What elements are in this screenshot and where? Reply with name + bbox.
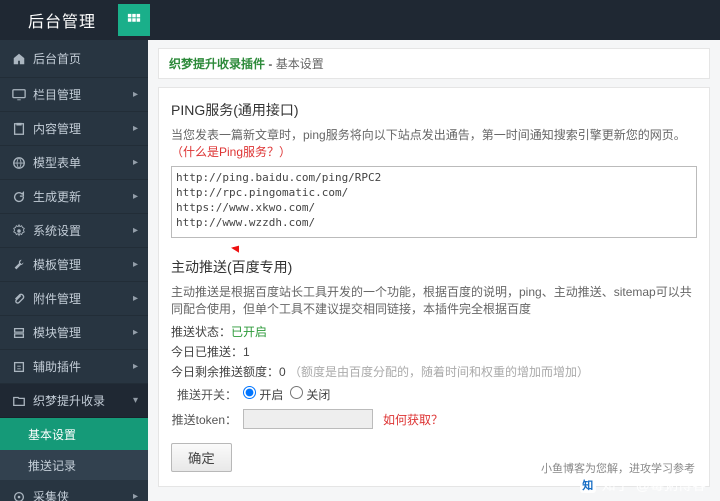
chevron-right-icon: ▸ [133, 293, 138, 304]
push-status-value: 已开启 [231, 325, 267, 339]
push-remain-row: 今日剩余推送额度：0 （额度是由百度分配的，随着时间和权重的增加而增加） [171, 363, 697, 380]
chevron-right-icon: ▸ [133, 157, 138, 168]
chevron-down-icon: ▾ [133, 395, 138, 406]
chevron-right-icon: ▸ [133, 191, 138, 202]
sidebar-item-attachment[interactable]: 附件管理▸ [0, 282, 148, 316]
sidebar-item-module[interactable]: 模块管理▸ [0, 316, 148, 350]
sidebar-sub-label: 基本设置 [28, 426, 138, 443]
sidebar-sub-log[interactable]: 推送记录 [0, 450, 148, 480]
push-remain-value: 0 [279, 365, 286, 379]
chevron-right-icon: ▸ [133, 327, 138, 338]
globe-icon [12, 156, 26, 170]
sidebar-item-template[interactable]: 模板管理▸ [0, 248, 148, 282]
app-title: 后台管理 [0, 8, 114, 32]
breadcrumb-plugin: 织梦提升收录插件 [169, 57, 265, 71]
submit-button[interactable]: 确定 [171, 443, 232, 472]
sidebar-item-generate[interactable]: 生成更新▸ [0, 180, 148, 214]
push-remain-note: （额度是由百度分配的，随着时间和权重的增加而增加） [289, 365, 589, 379]
push-token-row: 推送token： 如何获取？ [171, 409, 697, 429]
plugin-icon [12, 360, 26, 374]
sidebar-label: 系统设置 [33, 222, 133, 239]
sidebar-label: 内容管理 [33, 120, 133, 137]
ping-description: 当您发表一篇新文章时，ping服务将向以下站点发出通告，第一时间通知搜索引擎更新… [171, 126, 697, 160]
wrench-icon [12, 258, 26, 272]
chevron-right-icon: ▸ [133, 89, 138, 100]
refresh-icon [12, 190, 26, 204]
push-today-row: 今日已推送：1 [171, 343, 697, 360]
sidebar: 后台首页 栏目管理▸ 内容管理▸ 模型表单▸ 生成更新▸ 系统设置▸ 模板管理▸… [0, 40, 148, 501]
chevron-right-icon: ▸ [133, 491, 138, 501]
ping-urls-textarea[interactable] [171, 166, 697, 238]
push-token-input[interactable] [243, 409, 373, 429]
push-section-title: 主动推送(百度专用) [171, 257, 697, 277]
gather-icon [12, 490, 26, 501]
watermark: 知 知乎 @毒粥博客 [580, 475, 706, 495]
grid-icon [127, 13, 141, 27]
switch-off-radio[interactable]: 关闭 [290, 386, 330, 403]
ping-help-link[interactable]: （什么是Ping服务？） [171, 145, 291, 159]
ping-section-title: PING服务(通用接口) [171, 100, 697, 120]
gear-icon [12, 224, 26, 238]
sidebar-item-system[interactable]: 系统设置▸ [0, 214, 148, 248]
sidebar-submenu: 基本设置 [0, 418, 148, 450]
main-content: 织梦提升收录插件 - 基本设置 PING服务(通用接口) 当您发表一篇新文章时，… [148, 40, 720, 501]
chevron-right-icon: ▸ [133, 361, 138, 372]
sidebar-item-seo-plugin[interactable]: 织梦提升收录▾ [0, 384, 148, 418]
sidebar-item-home[interactable]: 后台首页 [0, 40, 148, 78]
home-icon [12, 52, 26, 66]
push-switch-row: 推送开关： 开启 关闭 [171, 386, 697, 403]
sidebar-item-plugin[interactable]: 辅助插件▸ [0, 350, 148, 384]
sidebar-label: 附件管理 [33, 290, 133, 307]
sidebar-label: 织梦提升收录 [33, 392, 133, 409]
breadcrumb-current: 基本设置 [276, 57, 324, 71]
sidebar-item-content[interactable]: 内容管理▸ [0, 112, 148, 146]
sidebar-label: 模型表单 [33, 154, 133, 171]
layers-icon [12, 326, 26, 340]
push-status-row: 推送状态：已开启 [171, 323, 697, 340]
sidebar-label: 辅助插件 [33, 358, 133, 375]
chevron-right-icon: ▸ [133, 225, 138, 236]
header-bar: 后台管理 [0, 0, 720, 40]
sidebar-label: 后台首页 [33, 50, 138, 67]
sidebar-label: 采集侠 [33, 488, 133, 501]
sidebar-item-model[interactable]: 模型表单▸ [0, 146, 148, 180]
clipboard-icon [12, 122, 26, 136]
settings-panel: PING服务(通用接口) 当您发表一篇新文章时，ping服务将向以下站点发出通告… [158, 87, 710, 487]
sidebar-label: 栏目管理 [33, 86, 133, 103]
sidebar-item-column[interactable]: 栏目管理▸ [0, 78, 148, 112]
push-description: 主动推送是根据百度站长工具开发的一个功能，根据百度的说明，ping、主动推送、s… [171, 283, 697, 317]
sidebar-label: 模板管理 [33, 256, 133, 273]
chevron-right-icon: ▸ [133, 259, 138, 270]
monitor-icon [12, 88, 26, 102]
token-help-link[interactable]: 如何获取？ [383, 411, 443, 428]
sidebar-label: 模块管理 [33, 324, 133, 341]
zhihu-icon: 知 [580, 477, 596, 493]
sidebar-sub-basic[interactable]: 基本设置 [0, 418, 148, 450]
sidebar-submenu2: 推送记录 [0, 450, 148, 480]
panel-footer-note: 小鱼博客为您解，进攻学习参考 [541, 460, 695, 476]
chevron-right-icon: ▸ [133, 123, 138, 134]
toggle-menu-button[interactable] [118, 4, 150, 36]
switch-on-radio[interactable]: 开启 [243, 386, 283, 403]
folder-icon [12, 394, 26, 408]
sidebar-item-gather[interactable]: 采集侠▸ [0, 480, 148, 501]
sidebar-sub-label: 推送记录 [28, 457, 138, 474]
paperclip-icon [12, 292, 26, 306]
push-today-value: 1 [243, 345, 250, 359]
breadcrumb: 织梦提升收录插件 - 基本设置 [158, 48, 710, 79]
sidebar-label: 生成更新 [33, 188, 133, 205]
